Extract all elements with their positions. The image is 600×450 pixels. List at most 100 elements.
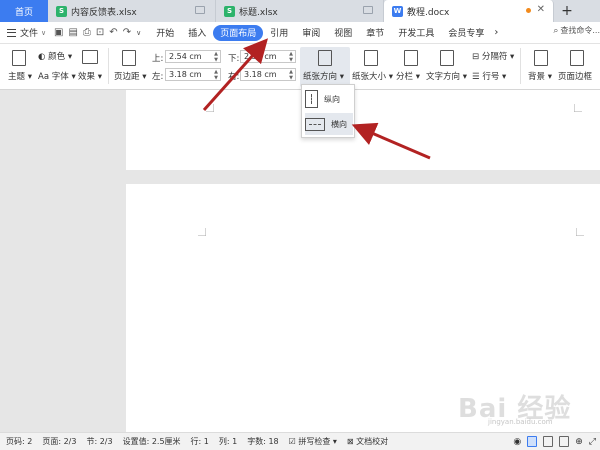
menu-tab-member[interactable]: 会员专享 <box>441 25 491 41</box>
orientation-landscape-item[interactable]: 横向 <box>305 113 353 135</box>
page-view-icon[interactable] <box>527 436 538 447</box>
redo-icon[interactable]: ↷ <box>123 27 131 38</box>
preview-icon[interactable]: ⊡ <box>96 27 104 38</box>
new-tab-button[interactable]: + <box>554 0 580 22</box>
crop-mark-icon <box>576 228 584 236</box>
status-section[interactable]: 节: 2/3 <box>86 436 112 447</box>
spreadsheet-icon: S <box>56 5 67 17</box>
crop-mark-icon <box>198 228 206 236</box>
theme-button[interactable]: 主题 ▾ <box>8 70 32 82</box>
tab-bar: 首页 S 内容反馈表.xlsx S 标题.xlsx W 教程.docx ✕ + <box>0 0 600 22</box>
read-view-icon[interactable] <box>559 436 570 447</box>
save-icon[interactable]: ▣ <box>54 27 63 38</box>
status-col: 列: 1 <box>218 437 238 446</box>
status-bar: 页码: 2 页面: 2/3 节: 2/3 设置值: 2.5厘米 行: 1 列: … <box>0 432 600 450</box>
paper-size-icon[interactable] <box>364 50 378 66</box>
chevron-down-icon: ∨ <box>41 28 47 37</box>
menu-tab-references[interactable]: 引用 <box>263 25 295 41</box>
orientation-icon[interactable] <box>318 50 332 66</box>
columns-button[interactable]: 分栏 ▾ <box>396 70 420 82</box>
ribbon-divider <box>108 48 109 84</box>
document-canvas[interactable] <box>0 90 600 432</box>
doc-tab-feedback[interactable]: S 内容反馈表.xlsx <box>48 0 216 22</box>
menu-tab-view[interactable]: 视图 <box>327 25 359 41</box>
separator-button[interactable]: ⊟ 分隔符 ▾ <box>472 50 514 62</box>
monitor-icon <box>363 6 373 14</box>
hamburger-icon <box>7 28 16 37</box>
file-menu-label: 文件 <box>20 29 39 39</box>
orientation-button[interactable]: 纸张方向 ▾ <box>303 70 344 82</box>
menu-row: 文件 ∨ ▣ ▤ ⎙ ⊡ ↶ ↷ ∨ 开始 插入 页面布局 引用 审阅 视图 章… <box>0 22 600 44</box>
home-tab[interactable]: 首页 <box>0 0 48 22</box>
checkbox-icon: ☑ <box>288 437 296 446</box>
status-wordcount[interactable]: 字数: 18 <box>247 436 278 447</box>
margin-bottom-input[interactable]: 2.54 cm ▲ ▼ <box>240 50 296 63</box>
proofread-icon: ⊠ <box>346 437 354 446</box>
paper-size-button[interactable]: 纸张大小 ▾ <box>352 70 393 82</box>
modified-dot-icon <box>526 8 531 13</box>
menu-tab-page-layout[interactable]: 页面布局 <box>213 24 264 41</box>
effect-button[interactable]: 效果 ▾ <box>78 70 102 82</box>
portrait-icon <box>305 90 318 108</box>
doc-tab-label: 标题.xlsx <box>239 7 278 18</box>
document-icon: W <box>392 5 403 17</box>
margin-top-label: 上: <box>152 54 164 64</box>
status-row: 行: 1 <box>190 437 209 446</box>
page-border-button[interactable]: 页面边框 <box>558 70 592 82</box>
page-border-icon[interactable] <box>570 50 584 66</box>
crop-mark-icon <box>206 104 214 112</box>
doc-tab-label: 内容反馈表.xlsx <box>71 7 137 18</box>
quick-access: ▣ ▤ ⎙ ⊡ ↶ ↷ ∨ <box>54 27 141 38</box>
columns-icon[interactable] <box>404 50 418 66</box>
margin-top-input[interactable]: 2.54 cm ▲ ▼ <box>165 50 221 63</box>
margin-right-input[interactable]: 3.18 cm ▲ ▼ <box>240 68 296 81</box>
chevron-right-icon[interactable]: › <box>491 25 501 41</box>
menu-tab-review[interactable]: 审阅 <box>295 25 327 41</box>
margins-button[interactable]: 页边距 ▾ <box>114 70 146 82</box>
print-icon[interactable]: ⎙ <box>83 27 91 38</box>
margins-icon[interactable] <box>122 50 136 66</box>
watermark-url: jingyan.baidu.com <box>488 418 553 426</box>
menu-tab-section[interactable]: 章节 <box>359 25 391 41</box>
margin-left-input[interactable]: 3.18 cm ▲ ▼ <box>165 68 221 81</box>
status-page-number[interactable]: 页码: 2 <box>6 436 32 447</box>
proofread-button[interactable]: ⊠ 文档校对 <box>347 436 388 447</box>
portrait-label: 纵向 <box>324 94 340 104</box>
text-direction-button[interactable]: 文字方向 ▾ <box>426 70 467 82</box>
close-icon[interactable]: ✕ <box>537 4 545 15</box>
command-search-placeholder: 查找命令... <box>560 26 600 35</box>
undo-icon[interactable]: ↶ <box>109 27 117 38</box>
command-search[interactable]: ⌕ 查找命令... <box>553 25 600 36</box>
export-pdf-icon[interactable]: ▤ <box>68 27 77 38</box>
doc-tab-title[interactable]: S 标题.xlsx <box>216 0 384 22</box>
status-setting[interactable]: 设置值: 2.5厘米 <box>123 436 181 447</box>
ribbon-page-layout: 主题 ▾ ◐ 颜色 ▾ Aa 字体 ▾ 效果 ▾ 页边距 ▾ 上: 2.54 c… <box>0 44 600 90</box>
menu-tab-developer[interactable]: 开发工具 <box>391 25 441 41</box>
web-view-icon[interactable]: ⊕ <box>575 437 583 447</box>
doc-tab-tutorial[interactable]: W 教程.docx ✕ <box>384 0 554 22</box>
orientation-portrait-item[interactable]: 纵向 <box>305 88 353 110</box>
color-button[interactable]: ◐ 颜色 ▾ <box>38 50 72 62</box>
spellcheck-button[interactable]: ☑ 拼写检查 ▾ <box>289 436 337 447</box>
crop-mark-icon <box>574 104 582 112</box>
theme-icon[interactable] <box>12 50 26 66</box>
effect-icon[interactable] <box>82 50 98 64</box>
chevron-down-icon[interactable]: ∨ <box>136 29 141 37</box>
line-number-button[interactable]: ☰ 行号 ▾ <box>472 70 506 82</box>
eye-icon[interactable]: ◉ <box>513 437 521 447</box>
view-controls: ◉ ⊕ ⤢ <box>513 436 596 447</box>
status-pages[interactable]: 页面: 2/3 <box>42 436 76 447</box>
outline-view-icon[interactable] <box>543 436 554 447</box>
margin-left-label: 左: <box>152 72 164 82</box>
background-icon[interactable] <box>534 50 548 66</box>
orientation-dropdown: 纵向 横向 <box>301 84 355 138</box>
text-direction-icon[interactable] <box>440 50 454 66</box>
font-button[interactable]: Aa 字体 ▾ <box>38 70 76 82</box>
fullscreen-icon[interactable]: ⤢ <box>589 437 596 447</box>
menu-tab-start[interactable]: 开始 <box>149 25 181 41</box>
page-1[interactable] <box>126 90 600 170</box>
background-button[interactable]: 背景 ▾ <box>528 70 552 82</box>
landscape-icon <box>305 117 325 131</box>
file-menu[interactable]: 文件 ∨ <box>0 26 54 39</box>
menu-tab-insert[interactable]: 插入 <box>181 25 213 41</box>
